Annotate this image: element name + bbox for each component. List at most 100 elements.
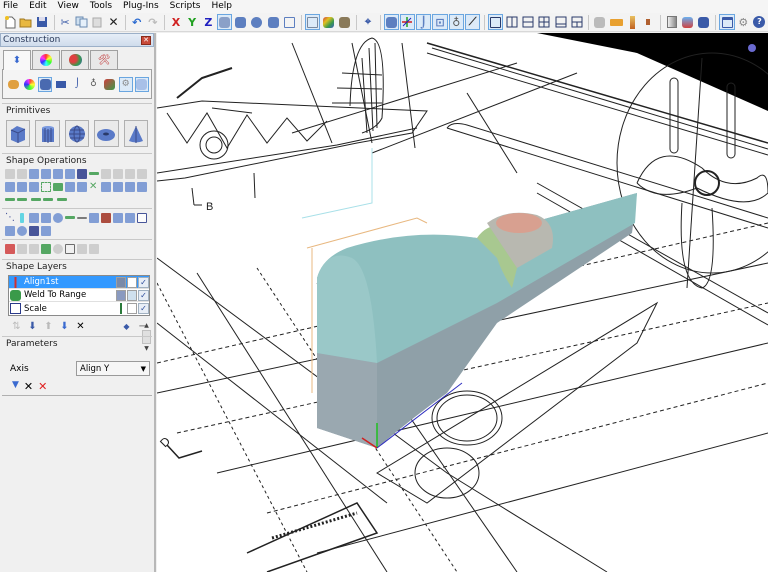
- redo-icon[interactable]: ↷: [145, 14, 160, 30]
- layout-tri-icon[interactable]: [569, 14, 584, 30]
- bend-tool-icon[interactable]: ⌡: [70, 77, 84, 92]
- op-weld5-icon[interactable]: [57, 198, 67, 201]
- op-line-icon[interactable]: [77, 216, 87, 219]
- zoom-fit-icon[interactable]: [282, 14, 297, 30]
- op-copy-icon[interactable]: [41, 168, 51, 179]
- op-weld3-icon[interactable]: [31, 198, 41, 201]
- op-scale-icon[interactable]: [89, 212, 99, 223]
- tab-materials[interactable]: [61, 50, 89, 69]
- op-union-icon[interactable]: [5, 168, 15, 179]
- op-smooth-icon[interactable]: [53, 243, 63, 254]
- op-particles-icon[interactable]: [77, 243, 87, 254]
- op-grid-icon[interactable]: [53, 168, 63, 179]
- op-book-icon[interactable]: [17, 168, 27, 179]
- move-gizmo-icon[interactable]: [399, 14, 416, 30]
- 3d-viewport[interactable]: B D: [157, 33, 768, 572]
- op-taper-icon[interactable]: [29, 225, 39, 236]
- layer-row[interactable]: Scale ✓: [9, 302, 149, 315]
- op-frame-icon[interactable]: [101, 168, 111, 179]
- op-pattern-icon[interactable]: [29, 181, 39, 192]
- op-link-icon[interactable]: [89, 172, 99, 175]
- op-mesh2-icon[interactable]: [29, 243, 39, 254]
- cylinder-primitive-button[interactable]: [35, 120, 60, 147]
- layer-down-icon[interactable]: ⬇: [58, 321, 71, 332]
- help-icon[interactable]: ?: [752, 14, 767, 30]
- zoom-region-icon[interactable]: [266, 14, 281, 30]
- cut-icon[interactable]: ✂: [57, 14, 72, 30]
- layer-color-swatch[interactable]: [116, 303, 126, 314]
- camera-icon[interactable]: [608, 14, 623, 30]
- op-dots-icon[interactable]: [125, 168, 135, 179]
- op-funnel-icon[interactable]: [113, 168, 123, 179]
- op-merge-icon[interactable]: [77, 181, 87, 192]
- texture-icon[interactable]: [103, 77, 117, 92]
- menu-edit[interactable]: Edit: [29, 0, 46, 13]
- param-clear-icon[interactable]: ✕: [24, 380, 33, 393]
- layer-delete-icon[interactable]: ✕: [74, 321, 87, 332]
- settings-icon[interactable]: ⚙: [118, 76, 133, 92]
- op-center-icon[interactable]: [53, 212, 63, 223]
- lightbulb-icon[interactable]: ♁: [86, 77, 100, 92]
- zoom-selected-icon[interactable]: [233, 14, 248, 30]
- param-flag-icon[interactable]: ▼: [12, 380, 19, 393]
- layer-up-icon[interactable]: ⬆: [42, 321, 55, 332]
- extrude-icon[interactable]: [54, 77, 68, 92]
- layer-blank-toggle[interactable]: [127, 303, 137, 314]
- view-textured-icon[interactable]: [337, 14, 352, 30]
- axis-dropdown[interactable]: Align Y ▼: [76, 361, 150, 376]
- op-bounds-icon[interactable]: [41, 181, 51, 192]
- axis-z-button[interactable]: Z: [201, 14, 216, 30]
- lamp-icon[interactable]: ⊡: [432, 14, 448, 30]
- param-remove-icon[interactable]: ✕: [38, 380, 47, 393]
- op-diag-icon[interactable]: ⋱: [5, 212, 15, 223]
- op-stack-icon[interactable]: [77, 168, 87, 179]
- op-snap-icon[interactable]: [5, 225, 15, 236]
- op-rotate-icon[interactable]: [41, 212, 51, 223]
- layer-add-icon[interactable]: ◆: [120, 322, 133, 331]
- layer-color-swatch[interactable]: [116, 289, 126, 301]
- op-lattice-icon[interactable]: [101, 181, 111, 192]
- layer-visible-checkbox[interactable]: ✓: [138, 289, 149, 301]
- light-icon[interactable]: ♁: [448, 14, 464, 30]
- scroll-up-icon[interactable]: ▲: [142, 322, 151, 329]
- gear-icon[interactable]: ⚙: [736, 14, 751, 30]
- axis-y-button[interactable]: Y: [185, 14, 200, 30]
- layers-icon[interactable]: [696, 14, 711, 30]
- select-object-icon[interactable]: [383, 14, 399, 30]
- op-weld-icon[interactable]: [5, 198, 15, 201]
- render-settings-icon[interactable]: [592, 14, 607, 30]
- cone-primitive-button[interactable]: [123, 120, 149, 147]
- op-plane-icon[interactable]: [113, 212, 123, 223]
- sphere-primitive-button[interactable]: [64, 120, 90, 147]
- op-target-icon[interactable]: [137, 212, 147, 223]
- layer-row[interactable]: Align1st ✓: [9, 276, 149, 289]
- delete-icon[interactable]: ✕: [106, 14, 121, 30]
- op-range-icon[interactable]: [65, 216, 75, 219]
- op-scatter-icon[interactable]: ✕: [89, 181, 99, 192]
- op-fill-icon[interactable]: [5, 243, 15, 254]
- torus-primitive-button[interactable]: [94, 120, 119, 147]
- view-shaded-icon[interactable]: [321, 14, 336, 30]
- menu-scripts[interactable]: Scripts: [170, 0, 201, 13]
- layout-hsplit-icon[interactable]: [521, 14, 536, 30]
- layer-row[interactable]: Weld To Range ✓: [9, 289, 149, 302]
- palette-icon[interactable]: [22, 77, 36, 92]
- op-array-icon[interactable]: [29, 168, 39, 179]
- op-round-icon[interactable]: [17, 225, 27, 236]
- cylinder-light-icon[interactable]: [625, 14, 640, 30]
- op-fan-icon[interactable]: [29, 212, 39, 223]
- layer-refresh-icon[interactable]: ⇅: [10, 321, 23, 332]
- open-folder-icon[interactable]: [18, 14, 33, 30]
- op-mesh-icon[interactable]: [17, 243, 27, 254]
- view-perspective-icon[interactable]: [304, 14, 321, 30]
- layout-bottom-icon[interactable]: [553, 14, 568, 30]
- menu-view[interactable]: View: [58, 0, 79, 13]
- op-mirror-icon[interactable]: [65, 181, 75, 192]
- op-split-icon[interactable]: [125, 181, 135, 192]
- menu-help[interactable]: Help: [211, 0, 232, 13]
- copy-icon[interactable]: [74, 14, 89, 30]
- op-axis-icon[interactable]: [125, 212, 135, 223]
- op-filter-icon[interactable]: [65, 243, 75, 254]
- surface-icon[interactable]: [134, 76, 149, 92]
- close-icon[interactable]: ✕: [141, 35, 151, 45]
